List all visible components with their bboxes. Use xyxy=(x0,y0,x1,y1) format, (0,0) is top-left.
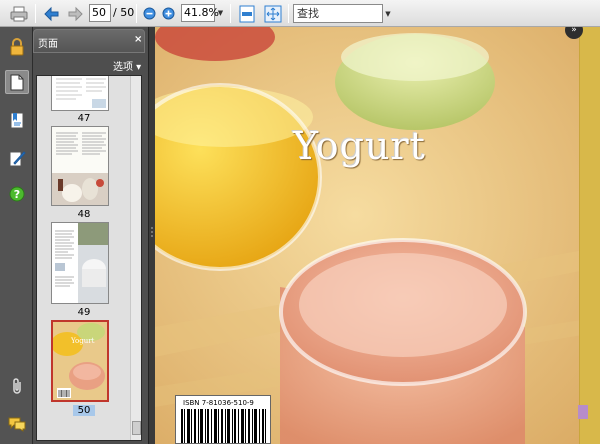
search-input[interactable]: 查找 xyxy=(293,4,383,23)
previous-page-button[interactable] xyxy=(42,3,62,24)
page-thumbnail-50[interactable]: Yogurt xyxy=(51,320,109,402)
security-button[interactable] xyxy=(5,35,29,59)
pages-icon xyxy=(10,74,24,90)
pages-panel-button[interactable] xyxy=(5,70,29,94)
toolbar-separator xyxy=(136,4,137,23)
signatures-button[interactable] xyxy=(5,146,29,170)
toolbar-separator xyxy=(288,4,289,23)
toolbar-separator xyxy=(230,4,231,23)
chevron-down-icon: ▼ xyxy=(385,9,391,18)
zoom-dropdown-button[interactable]: ▼ xyxy=(215,4,226,22)
chevron-down-icon: ▼ xyxy=(217,9,224,17)
panel-title: 页面 xyxy=(38,39,58,50)
document-view[interactable]: Yogurt ISBN 7-81036-510-9 » xyxy=(155,27,600,444)
page-preview xyxy=(52,76,108,110)
help-icon: ? xyxy=(9,186,25,202)
isbn-barcode: ISBN 7-81036-510-9 xyxy=(175,395,271,444)
bookmarks-button[interactable] xyxy=(5,108,29,132)
page-preview xyxy=(52,127,108,205)
zoom-level-input[interactable]: 41.8% xyxy=(181,4,219,22)
panel-header: 页面 × xyxy=(33,29,145,53)
selected-page-number: 50 xyxy=(72,405,96,416)
options-menu-button[interactable]: 选项 ▾ xyxy=(113,58,141,73)
lock-icon xyxy=(10,38,24,56)
attachments-button[interactable] xyxy=(5,374,29,398)
document-page-edge xyxy=(579,27,600,444)
paperclip-icon xyxy=(13,378,21,394)
comments-button[interactable] xyxy=(5,412,29,436)
thumbnail-label: 48 xyxy=(77,209,91,220)
bookmark-icon xyxy=(10,112,24,128)
fit-width-icon xyxy=(239,5,255,22)
toolbar-separator xyxy=(35,4,36,23)
main-toolbar: 50 / 50 41.8% ▼ 查找 ▼ xyxy=(0,0,600,27)
thumbnail-scrollbar[interactable] xyxy=(130,76,141,440)
print-button[interactable] xyxy=(8,3,30,24)
thumbnail-label-selected: 50 xyxy=(41,405,127,416)
barcode-icon xyxy=(181,409,266,443)
page-thumbnail-47[interactable] xyxy=(51,76,109,111)
page-number-input[interactable]: 50 xyxy=(89,4,111,22)
page-total-label: / 50 xyxy=(113,6,135,19)
fit-page-icon xyxy=(264,5,282,22)
isbn-number: ISBN 7-81036-510-9 xyxy=(183,399,254,407)
help-button[interactable]: ? xyxy=(5,182,29,206)
panel-close-button[interactable]: × xyxy=(134,34,142,45)
scrollbar-thumb[interactable] xyxy=(132,421,141,435)
page-preview xyxy=(52,223,108,303)
arrow-left-icon xyxy=(44,6,59,21)
svg-text:Yogurt: Yogurt xyxy=(70,337,95,345)
page-preview: Yogurt xyxy=(53,322,107,400)
thumbnail-label: 49 xyxy=(77,307,91,318)
fit-width-button[interactable] xyxy=(236,3,258,24)
printer-icon xyxy=(10,6,28,21)
pen-icon xyxy=(9,150,26,166)
panel-splitter[interactable] xyxy=(148,27,155,444)
page-marker xyxy=(578,405,588,419)
comment-icon xyxy=(8,417,26,432)
arrow-right-icon xyxy=(68,6,83,21)
page-thumbnail-49[interactable] xyxy=(51,222,109,304)
svg-text:?: ? xyxy=(14,188,20,201)
zoom-in-icon xyxy=(162,7,174,20)
next-page-button[interactable] xyxy=(65,3,85,24)
pages-panel: 页面 × 选项 ▾ 47 48 49 Yogurt 50 xyxy=(33,27,148,444)
zoom-out-button[interactable] xyxy=(141,3,157,24)
fit-page-button[interactable] xyxy=(262,3,284,24)
thumbnail-list: 47 48 49 Yogurt 50 xyxy=(36,75,142,441)
navigation-rail: ? xyxy=(0,27,33,444)
zoom-in-button[interactable] xyxy=(160,3,176,24)
double-chevron-icon: » xyxy=(571,27,577,35)
thumbnail-label: 47 xyxy=(77,113,91,124)
cover-title: Yogurt xyxy=(293,124,426,168)
zoom-out-icon xyxy=(143,7,155,20)
search-dropdown-button[interactable]: ▼ xyxy=(383,4,393,23)
cover-photo xyxy=(155,27,600,444)
page-thumbnail-48[interactable] xyxy=(51,126,109,206)
